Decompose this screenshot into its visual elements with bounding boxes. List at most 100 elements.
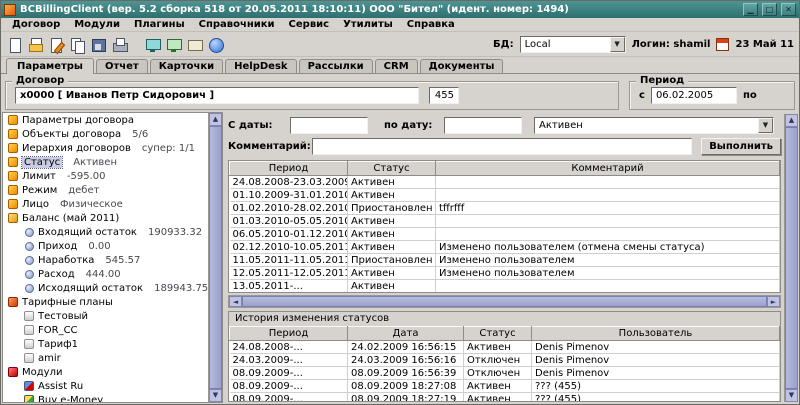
chevron-down-icon[interactable]: ▼: [610, 37, 625, 52]
column-header[interactable]: Дата: [348, 327, 464, 341]
scroll-left-icon[interactable]: ◄: [229, 296, 242, 307]
status-select[interactable]: Активен ▼: [534, 117, 774, 134]
tab-Рассылки[interactable]: Рассылки: [299, 59, 373, 73]
scroll-down-icon[interactable]: ▼: [785, 389, 798, 402]
contract-field[interactable]: x0000 [ Иванов Петр Сидорович ]: [15, 87, 419, 104]
table-cell: 08.09.2009 18:27:19: [348, 393, 464, 403]
column-header[interactable]: Период: [230, 327, 348, 341]
table-row[interactable]: 08.09.2009-...08.09.2009 18:27:19Активен…: [230, 393, 780, 403]
tree-item[interactable]: Баланс (май 2011): [3, 211, 208, 225]
tab-HelpDesk[interactable]: HelpDesk: [225, 59, 296, 73]
execute-button[interactable]: Выполнить: [701, 138, 781, 155]
menu-item-Утилиты[interactable]: Утилиты: [336, 18, 400, 31]
period-from-field[interactable]: 06.02.2005: [651, 87, 737, 104]
mail-icon[interactable]: [186, 36, 204, 54]
tree-item[interactable]: Приход0.00: [3, 239, 208, 253]
tree-item[interactable]: ЛицоФизическое: [3, 197, 208, 211]
tab-Отчет[interactable]: Отчет: [96, 59, 148, 73]
new-document-icon[interactable]: [6, 36, 24, 54]
scrollbar-thumb[interactable]: [242, 296, 767, 307]
menu-item-Договор[interactable]: Договор: [5, 18, 67, 31]
tree-vertical-scrollbar[interactable]: ▲ ▼: [208, 113, 222, 402]
edit-document-icon[interactable]: [48, 36, 66, 54]
scrollbar-thumb[interactable]: [209, 126, 222, 389]
tree-item[interactable]: Buy e-Money: [3, 393, 208, 402]
minimize-button[interactable]: ▁: [743, 3, 758, 16]
menu-item-Справочники[interactable]: Справочники: [192, 18, 282, 31]
menu-item-Справка[interactable]: Справка: [400, 18, 462, 31]
db-select[interactable]: Local ▼: [520, 36, 626, 53]
save-icon[interactable]: [90, 36, 108, 54]
chevron-down-icon[interactable]: ▼: [758, 118, 773, 133]
tree-item[interactable]: Модули: [3, 365, 208, 379]
table-row[interactable]: 01.03.2010-05.05.2010Активен: [230, 215, 780, 228]
tab-Параметры[interactable]: Параметры: [6, 58, 94, 74]
tree-item[interactable]: amir: [3, 351, 208, 365]
tree-item[interactable]: Лимит-595.00: [3, 169, 208, 183]
tree-item[interactable]: Assist Ru: [3, 379, 208, 393]
table-row[interactable]: 01.02.2010-28.02.2010Приостановленtffrff…: [230, 202, 780, 215]
tree-item[interactable]: Тариф1: [3, 337, 208, 351]
menu-item-Плагины[interactable]: Плагины: [127, 18, 192, 31]
tree-item[interactable]: Параметры договора: [3, 113, 208, 127]
header-row: ПериодДатаСтатусПользователь: [230, 327, 780, 341]
close-button[interactable]: ✕: [781, 3, 796, 16]
table-cell: Активен: [464, 380, 532, 393]
calendar-icon[interactable]: [716, 38, 729, 51]
table-row[interactable]: 01.10.2009-31.01.2010Активен: [230, 189, 780, 202]
scroll-right-icon[interactable]: ►: [767, 296, 780, 307]
table-row[interactable]: 11.05.2011-11.05.2011ПриостановленИзмене…: [230, 254, 780, 267]
table-row[interactable]: 08.09.2009-...08.09.2009 18:27:08Активен…: [230, 380, 780, 393]
comment-input[interactable]: [312, 138, 692, 155]
print-icon[interactable]: [111, 36, 129, 54]
tree-item-value: дебет: [68, 185, 99, 196]
column-header[interactable]: Статус: [348, 162, 436, 176]
from-date-input[interactable]: [290, 117, 368, 134]
tree-item[interactable]: Объекты договора5/6: [3, 127, 208, 141]
column-header[interactable]: Период: [230, 162, 348, 176]
copy-document-icon[interactable]: [69, 36, 87, 54]
monitor-refresh-icon[interactable]: [165, 36, 183, 54]
column-header[interactable]: Статус: [464, 327, 532, 341]
column-header[interactable]: Комментарий: [436, 162, 780, 176]
table-cell: 01.10.2009-31.01.2010: [230, 189, 348, 202]
tab-Карточки[interactable]: Карточки: [150, 59, 223, 73]
table-row[interactable]: 12.05.2011-12.05.2011АктивенИзменено пол…: [230, 267, 780, 280]
tree-item[interactable]: Расход444.00: [3, 267, 208, 281]
globe-icon[interactable]: [207, 36, 225, 54]
menu-item-Модули[interactable]: Модули: [67, 18, 127, 31]
app-icon: [4, 4, 16, 16]
table-row[interactable]: 24.08.2008-...24.02.2009 16:56:15Активен…: [230, 341, 780, 354]
column-header[interactable]: Пользователь: [532, 327, 780, 341]
table-row[interactable]: 08.09.2009-...08.09.2009 16:56:39Отключе…: [230, 367, 780, 380]
to-date-input[interactable]: [444, 117, 522, 134]
table-row[interactable]: 13.05.2011-...Активен: [230, 280, 780, 293]
tree-item[interactable]: Тарифные планы: [3, 295, 208, 309]
tree-item[interactable]: Наработка545.57: [3, 253, 208, 267]
tree-item[interactable]: СтатусАктивен: [3, 155, 208, 169]
monitor-icon[interactable]: [144, 36, 162, 54]
tree-item[interactable]: FOR_CC: [3, 323, 208, 337]
tree-item[interactable]: Исходящий остаток189943.75: [3, 281, 208, 295]
scroll-up-icon[interactable]: ▲: [785, 114, 798, 127]
tab-Документы[interactable]: Документы: [420, 59, 504, 73]
table-row[interactable]: 24.03.2009-...24.03.2009 16:56:16Отключе…: [230, 354, 780, 367]
scroll-down-icon[interactable]: ▼: [209, 389, 222, 402]
tree-item[interactable]: Иерархия договоровсупер: 1/1: [3, 141, 208, 155]
tab-CRM[interactable]: CRM: [375, 59, 418, 73]
tree-item[interactable]: Режимдебет: [3, 183, 208, 197]
table-row[interactable]: 06.05.2010-01.12.2010Активен: [230, 228, 780, 241]
scrollbar-thumb[interactable]: [785, 127, 798, 389]
status-table-horizontal-scrollbar[interactable]: ◄ ►: [228, 295, 781, 308]
panel-vertical-scrollbar[interactable]: ▲ ▼: [784, 114, 798, 402]
menu-item-Сервис[interactable]: Сервис: [282, 18, 337, 31]
table-row[interactable]: 24.08.2008-23.03.2009Активен: [230, 176, 780, 189]
table-row[interactable]: 02.12.2010-10.05.2011АктивенИзменено пол…: [230, 241, 780, 254]
tree-item[interactable]: Тестовый: [3, 309, 208, 323]
tree-item[interactable]: Входящий остаток190933.32: [3, 225, 208, 239]
maximize-button[interactable]: □: [762, 3, 777, 16]
scroll-up-icon[interactable]: ▲: [209, 113, 222, 126]
contract-number-field[interactable]: 455: [429, 87, 459, 104]
open-document-icon[interactable]: [27, 36, 45, 54]
date-label: 23 Май 11: [735, 39, 794, 50]
